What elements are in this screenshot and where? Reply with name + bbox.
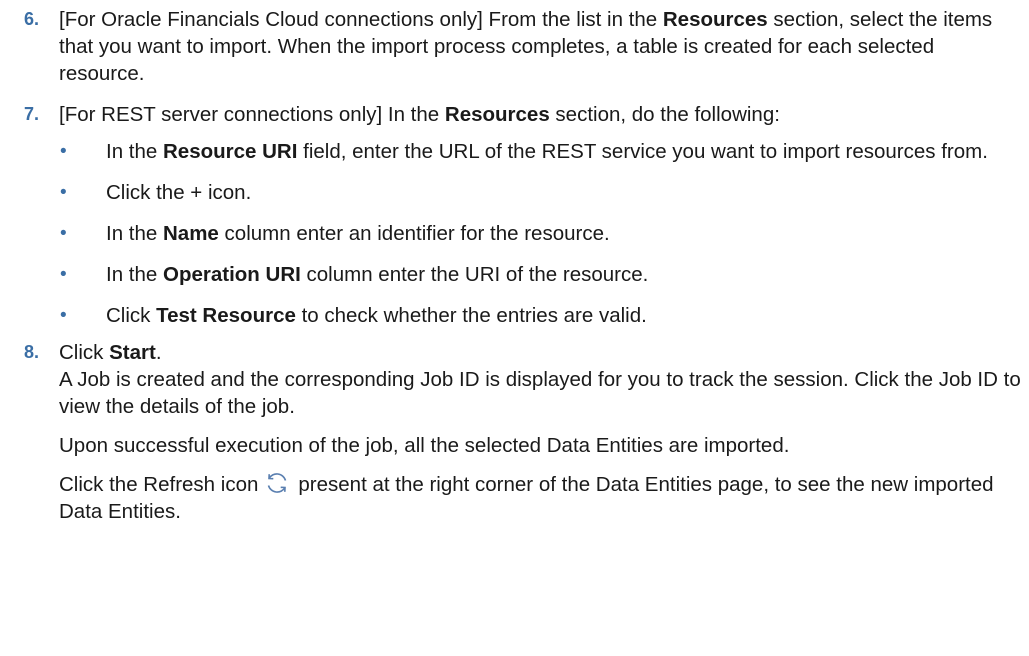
step-number: 6. — [24, 9, 40, 29]
ui-term: Test Resource — [156, 304, 296, 327]
list-item: • In the Resource URI field, enter the U… — [59, 138, 1024, 165]
item-text: field, enter the URL of the REST service… — [297, 140, 988, 163]
step-description: A Job is created and the corresponding J… — [59, 368, 1021, 418]
step-number: 8. — [24, 342, 40, 362]
step-text: . — [155, 341, 162, 364]
step-text: Click — [59, 341, 110, 364]
list-item: • Click Test Resource to check whether t… — [59, 302, 1024, 329]
item-text: column enter an identifier for the resou… — [218, 222, 610, 245]
list-item: • In the Operation URI column enter the … — [59, 261, 1024, 288]
paragraph-text: Click the Refresh icon — [59, 473, 259, 496]
bullet-icon: • — [60, 305, 67, 326]
ui-term: Resources — [444, 103, 550, 126]
item-text: In the — [106, 140, 163, 163]
item-text: Click the + icon. — [106, 181, 252, 204]
step-6: 6. [For Oracle Financials Cloud connecti… — [24, 6, 1024, 87]
step-number: 7. — [24, 104, 40, 124]
step-text: section, do the following: — [549, 103, 780, 126]
step-text: [For REST server connections only] In th… — [59, 103, 445, 126]
bullet-icon: • — [60, 264, 67, 285]
list-item: • In the Name column enter an identifier… — [59, 220, 1024, 247]
ui-term: Resource URI — [163, 140, 298, 163]
item-text: column enter the URI of the resource. — [300, 263, 649, 286]
document-body: 6. [For Oracle Financials Cloud connecti… — [0, 0, 1024, 525]
item-text: Click — [106, 304, 157, 327]
bullet-icon: • — [60, 223, 67, 244]
ui-term: Operation URI — [163, 263, 301, 286]
ui-term: Start — [109, 341, 156, 364]
ui-term: Resources — [662, 8, 768, 31]
step-text: [For Oracle Financials Cloud connections… — [59, 8, 663, 31]
result-paragraph: Upon successful execution of the job, al… — [59, 434, 790, 457]
refresh-icon — [264, 471, 290, 495]
step-7: 7. [For REST server connections only] In… — [24, 101, 1024, 329]
refresh-paragraph: Click the Refresh icon present at the ri… — [59, 471, 1024, 525]
bullet-icon: • — [60, 141, 67, 162]
ui-term: Name — [163, 222, 219, 245]
item-text: to check whether the entries are valid. — [295, 304, 647, 327]
step-8: 8. Click Start. A Job is created and the… — [24, 339, 1024, 525]
bullet-icon: • — [60, 182, 67, 203]
item-text: In the — [106, 263, 163, 286]
list-item: • Click the + icon. — [59, 179, 1024, 206]
item-text: In the — [106, 222, 163, 245]
substep-list: • In the Resource URI field, enter the U… — [59, 138, 1024, 329]
